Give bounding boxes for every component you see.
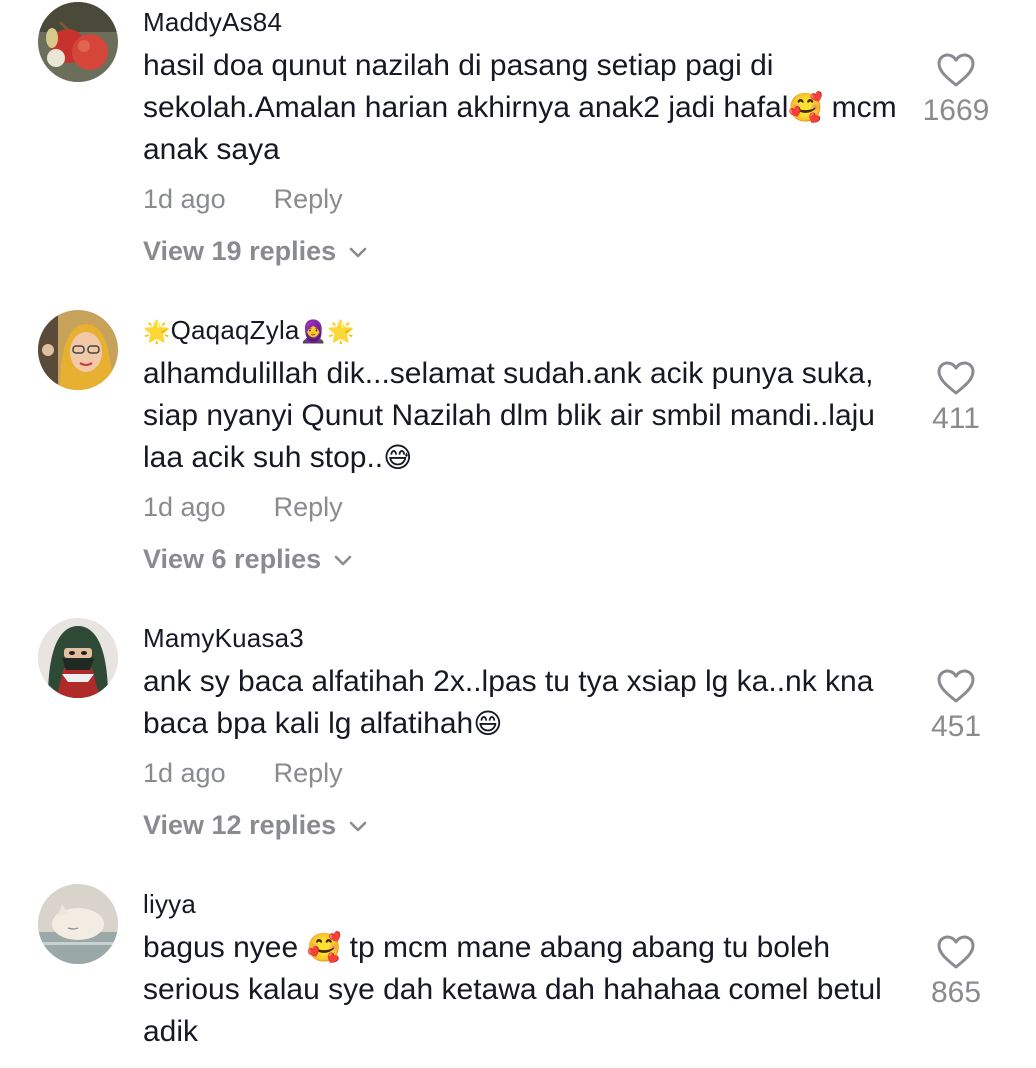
heart-outline-icon [937,669,975,703]
avatar[interactable] [38,2,118,82]
chevron-down-icon [349,821,367,831]
comment-text: alhamdulillah dik...selamat sudah.ank ac… [143,353,903,479]
like-count: 411 [932,402,980,435]
comment-meta: 1d ago Reply [143,184,343,215]
like-count: 451 [930,710,982,743]
like-button[interactable]: 411 [906,360,1006,436]
reply-button[interactable]: Reply [274,184,343,214]
sweat-smile-emoji: 😅 [383,441,413,474]
view-replies-button[interactable]: View 19 replies [143,236,368,267]
like-button[interactable]: 1669 [906,52,1006,128]
like-button[interactable]: 865 [906,934,1006,1010]
chevron-down-icon [334,555,352,565]
username-text: QaqaqZyla [170,315,300,345]
reply-button[interactable]: Reply [274,758,343,788]
smiling-hearts-emoji: 🥰 [306,931,342,964]
chevron-down-icon [349,247,367,257]
avatar[interactable] [38,310,118,390]
reply-button[interactable]: Reply [274,492,343,522]
view-replies-label: View 12 replies [143,810,337,840]
comment-text-part: ank sy baca alfatihah 2x..lpas tu tya xs… [143,665,874,740]
comment-meta: 1d ago Reply [143,758,343,789]
grinning-emoji: 😄 [473,707,503,740]
comment-text-part: hasil doa qunut nazilah di pasang setiap… [143,49,789,124]
hijab-star-emoji: 🧕🌟 [299,320,355,345]
comment-text-part: bagus nyee [143,931,307,964]
username[interactable]: liyya [143,889,196,920]
comment-text: ank sy baca alfatihah 2x..lpas tu tya xs… [143,661,903,745]
comment-text: hasil doa qunut nazilah di pasang setiap… [143,45,903,171]
heart-outline-icon [937,935,975,969]
star-emoji: 🌟 [143,320,171,345]
view-replies-label: View 6 replies [143,544,322,574]
like-count: 1669 [922,94,990,127]
timestamp: 1d ago [143,758,226,788]
view-replies-label: View 19 replies [143,236,337,266]
username[interactable]: MaddyAs84 [143,7,282,38]
smiling-hearts-emoji: 🥰 [788,91,824,124]
timestamp: 1d ago [143,184,226,214]
username[interactable]: MamyKuasa3 [143,623,304,654]
avatar[interactable] [38,618,118,698]
avatar[interactable] [38,884,118,964]
like-button[interactable]: 451 [906,668,1006,744]
view-replies-button[interactable]: View 6 replies [143,544,353,575]
username[interactable]: 🌟QaqaqZyla🧕🌟 [143,315,355,346]
view-replies-button[interactable]: View 12 replies [143,810,368,841]
heart-outline-icon [937,361,975,395]
comment-meta: 1d ago Reply [143,492,343,523]
heart-outline-icon [937,53,975,87]
like-count: 865 [930,976,982,1009]
timestamp: 1d ago [143,492,226,522]
comment-text: bagus nyee 🥰 tp mcm mane abang abang tu … [143,927,903,1053]
comment-text-part: alhamdulillah dik...selamat sudah.ank ac… [143,357,875,474]
